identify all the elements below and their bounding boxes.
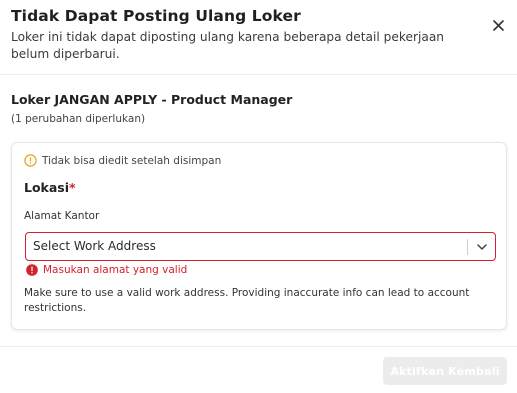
- work-address-select[interactable]: Select Work Address: [25, 232, 496, 261]
- reactivate-button[interactable]: Aktifkan Kembali: [383, 357, 507, 385]
- job-title: Loker JANGAN APPLY - Product Manager: [11, 92, 293, 107]
- modal-subtitle: Loker ini tidak dapat diposting ulang ka…: [11, 30, 445, 61]
- required-marker: *: [69, 180, 76, 195]
- close-icon: [492, 19, 504, 31]
- changes-needed-count: (1 perubahan diperlukan): [11, 113, 146, 125]
- error-icon: [26, 264, 38, 276]
- modal-header: Tidak Dapat Posting Ulang Loker Loker in…: [0, 0, 517, 75]
- address-error: Masukan alamat yang valid: [26, 264, 187, 276]
- warning-circle-icon: [24, 154, 37, 167]
- work-address-select-value: Select Work Address: [33, 239, 156, 253]
- section-title-text: Lokasi: [24, 180, 70, 195]
- edit-warning: Tidak bisa diedit setelah disimpan: [24, 154, 221, 167]
- repost-modal: Tidak Dapat Posting Ulang Loker Loker in…: [0, 0, 517, 393]
- section-title: Lokasi*: [24, 180, 76, 195]
- location-card: Tidak bisa diedit setelah disimpan Lokas…: [11, 142, 507, 330]
- office-address-label: Alamat Kantor: [24, 210, 100, 222]
- close-button[interactable]: [488, 15, 508, 35]
- address-error-text: Masukan alamat yang valid: [43, 264, 188, 276]
- edit-warning-text: Tidak bisa diedit setelah disimpan: [42, 154, 222, 167]
- chevron-down-icon: [477, 244, 487, 250]
- select-divider: [467, 239, 468, 255]
- footer-divider: [0, 346, 517, 347]
- modal-title: Tidak Dapat Posting Ulang Loker: [11, 7, 301, 25]
- address-help-text: Make sure to use a valid work address. P…: [24, 287, 470, 314]
